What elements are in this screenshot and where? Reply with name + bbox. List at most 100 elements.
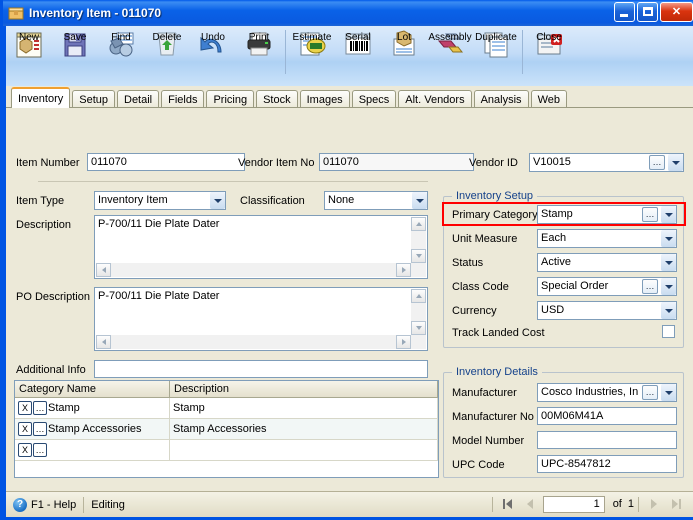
primary-category-combo[interactable]: Stamp … — [537, 205, 677, 224]
po-description-vscrollbar[interactable] — [411, 289, 426, 349]
po-description-textarea[interactable]: P-700/11 Die Plate Dater — [94, 287, 428, 351]
vendor-id-combo[interactable]: V10015 … — [529, 153, 684, 172]
currency-combo[interactable]: USD — [537, 301, 677, 320]
vendor-item-no-label: Vendor Item No — [238, 157, 315, 169]
class-code-dropdown-button[interactable] — [661, 278, 676, 295]
tab-specs[interactable]: Specs — [351, 90, 397, 108]
tab-pricing[interactable]: Pricing — [206, 90, 255, 108]
item-number-input[interactable]: 011070 — [87, 153, 245, 171]
maximize-button[interactable] — [637, 2, 658, 22]
classification-dropdown-button[interactable] — [412, 192, 427, 209]
toolbar-button-save[interactable]: Save — [52, 26, 98, 84]
table-row[interactable]: X … — [15, 440, 438, 461]
previous-record-button[interactable] — [519, 495, 541, 513]
toolbar-button-find[interactable]: Find — [98, 26, 144, 84]
item-type-value: Inventory Item — [98, 194, 168, 206]
toolbar-button-assembly[interactable]: Assembly — [427, 26, 473, 84]
tab-alt-vendors[interactable]: Alt. Vendors — [398, 90, 472, 108]
manufacturer-dropdown-button[interactable] — [661, 384, 676, 401]
table-row[interactable]: X … Stamp Accessories Stamp Accessories — [15, 419, 438, 440]
first-record-button[interactable] — [497, 495, 519, 513]
unit-measure-combo[interactable]: Each — [537, 229, 677, 248]
row-delete-button[interactable]: X — [18, 443, 32, 457]
row-browse-button[interactable]: … — [33, 443, 47, 457]
row-delete-button[interactable]: X — [18, 422, 32, 436]
primary-category-dropdown-button[interactable] — [661, 206, 676, 223]
tab-detail[interactable]: Detail — [117, 90, 160, 108]
tab-inventory[interactable]: Inventory — [11, 87, 71, 108]
row-browse-button[interactable]: … — [33, 401, 47, 415]
toolbar-button-close[interactable]: Close — [526, 26, 572, 84]
status-combo[interactable]: Active — [537, 253, 677, 272]
description-scroll-right-button[interactable] — [396, 263, 411, 277]
class-code-combo[interactable]: Special Order … — [537, 277, 677, 296]
table-row[interactable]: X … Stamp Stamp — [15, 398, 438, 419]
class-code-browse-button[interactable]: … — [642, 279, 658, 294]
row-delete-button[interactable]: X — [18, 401, 32, 415]
last-record-button[interactable] — [665, 495, 687, 513]
po-description-scroll-right-button[interactable] — [396, 335, 411, 349]
tab-images[interactable]: Images — [299, 90, 350, 108]
toolbar-button-delete[interactable]: Delete — [144, 26, 190, 84]
description-scroll-down-button[interactable] — [411, 249, 426, 263]
po-description-scroll-left-button[interactable] — [96, 335, 111, 349]
manufacturer-label: Manufacturer — [452, 387, 517, 399]
toolbar-button-new[interactable]: New — [6, 26, 52, 84]
po-description-hscrollbar[interactable] — [96, 335, 411, 349]
manufacturer-combo[interactable]: Cosco Industries, In … — [537, 383, 677, 402]
item-type-dropdown-button[interactable] — [210, 192, 225, 209]
toolbar-button-print[interactable]: Print — [236, 26, 282, 84]
po-description-scroll-down-button[interactable] — [411, 321, 426, 335]
track-landed-cost-checkbox[interactable] — [662, 325, 675, 338]
currency-dropdown-button[interactable] — [661, 302, 676, 319]
item-type-combo[interactable]: Inventory Item — [94, 191, 226, 210]
tab-label: Images — [306, 94, 343, 106]
status-separator — [83, 496, 85, 513]
row-browse-button[interactable]: … — [33, 422, 47, 436]
current-page-input[interactable]: 1 — [542, 495, 605, 513]
tab-analysis[interactable]: Analysis — [473, 90, 529, 108]
tab-setup[interactable]: Setup — [72, 90, 115, 108]
toolbar-button-duplicate[interactable]: Duplicate — [473, 26, 519, 84]
manufacturer-no-input[interactable]: 00M06M41A — [537, 407, 677, 425]
tab-stock[interactable]: Stock — [256, 90, 298, 108]
status-label: Status — [452, 257, 484, 269]
tab-web[interactable]: Web — [530, 90, 567, 108]
toolbar-button-serial[interactable]: Serial — [335, 26, 381, 84]
unit-measure-dropdown-button[interactable] — [661, 230, 676, 247]
description-textarea[interactable]: P-700/11 Die Plate Dater — [94, 215, 428, 279]
help-text[interactable]: F1 - Help — [31, 499, 76, 511]
upc-code-label: UPC Code — [452, 459, 505, 471]
description-scroll-up-button[interactable] — [411, 217, 426, 231]
vendor-id-browse-button[interactable]: … — [649, 155, 665, 170]
upc-code-input[interactable]: UPC-8547812 — [537, 455, 677, 473]
additional-info-input[interactable] — [94, 360, 428, 378]
toolbar-button-undo[interactable]: Undo — [190, 26, 236, 84]
po-description-scroll-up-button[interactable] — [411, 289, 426, 303]
edit-mode-status: Editing — [91, 498, 125, 511]
po-description-value: P-700/11 Die Plate Dater — [98, 290, 220, 302]
tab-fields[interactable]: Fields — [161, 90, 205, 108]
classification-combo[interactable]: None — [324, 191, 428, 210]
description-vscrollbar[interactable] — [411, 217, 426, 277]
toolbar-button-estimate[interactable]: Estimate — [289, 26, 335, 84]
model-number-input[interactable] — [537, 431, 677, 449]
toolbar-button-lot[interactable]: Lot — [381, 26, 427, 84]
grid-column-category-name[interactable]: Category Name — [15, 381, 170, 397]
description-scroll-left-button[interactable] — [96, 263, 111, 277]
help-question-icon[interactable]: ? — [13, 497, 27, 512]
category-grid[interactable]: Category Name Description X … Stamp Stam… — [14, 380, 439, 478]
title-bar[interactable]: Inventory Item - 011070 ✕ — [3, 0, 693, 26]
vendor-id-dropdown-button[interactable] — [668, 154, 683, 171]
row-description: Stamp Accessories — [170, 419, 438, 439]
status-dropdown-button[interactable] — [661, 254, 676, 271]
vendor-item-no-input[interactable]: 011070 — [319, 153, 474, 171]
manufacturer-browse-button[interactable]: … — [642, 385, 658, 400]
next-record-button[interactable] — [643, 495, 665, 513]
primary-category-browse-button[interactable]: … — [642, 207, 658, 222]
tab-label: Detail — [124, 94, 153, 106]
grid-column-description[interactable]: Description — [170, 381, 438, 397]
description-hscrollbar[interactable] — [96, 263, 411, 277]
close-button[interactable]: ✕ — [660, 2, 693, 22]
minimize-button[interactable] — [614, 2, 635, 22]
